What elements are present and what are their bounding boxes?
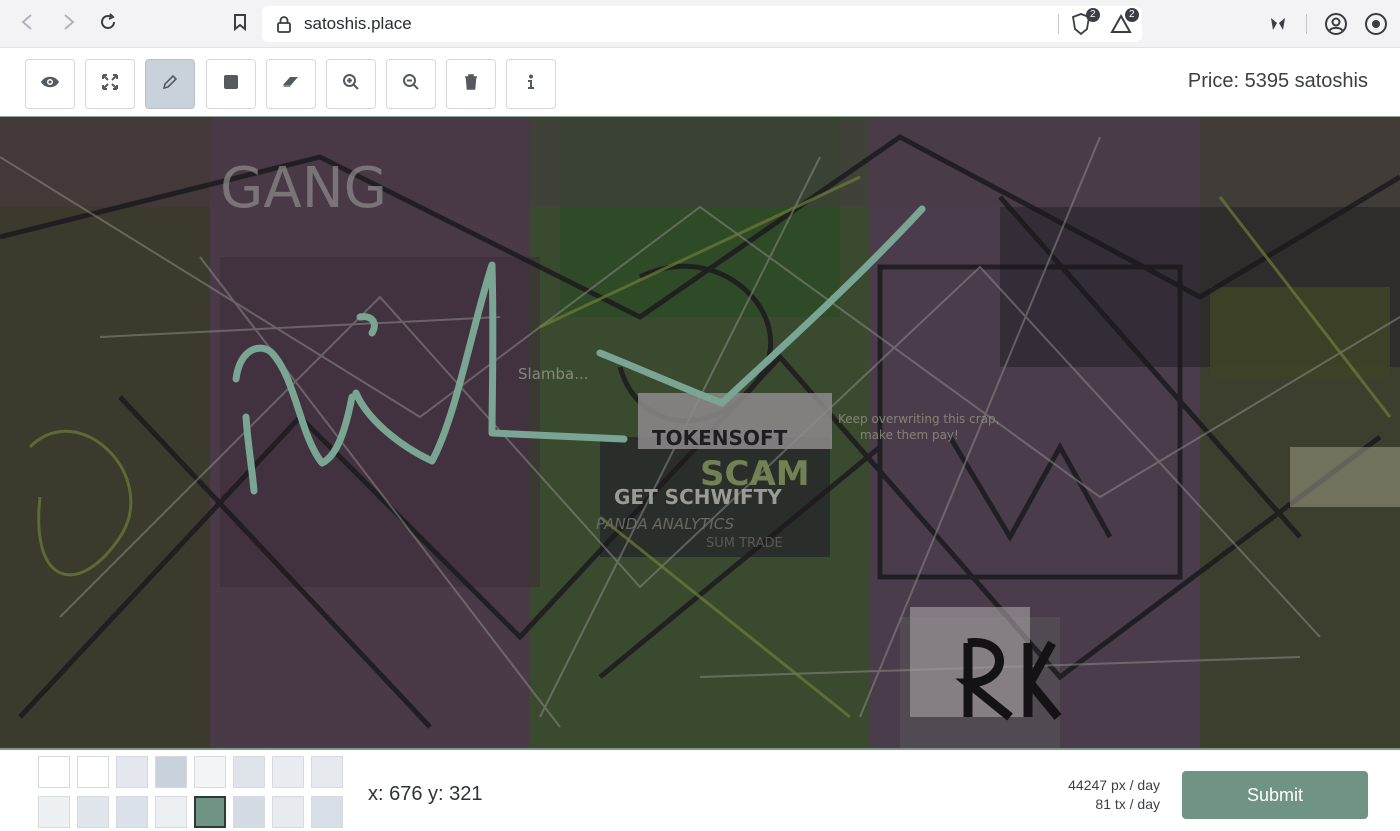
divider	[1058, 14, 1059, 34]
color-swatch[interactable]	[272, 756, 304, 788]
browser-chrome: satoshis.place 2 2	[0, 0, 1400, 48]
color-swatch[interactable]	[116, 756, 148, 788]
menu-icon[interactable]	[1364, 12, 1388, 41]
eraser-button[interactable]	[266, 59, 316, 109]
canvas-text-sumtrade: SUM TRADE	[706, 536, 783, 551]
color-swatch[interactable]	[116, 796, 148, 828]
canvas-text-slambajd: Slamba...	[518, 365, 589, 383]
canvas-text-keep: Keep overwriting this crap,	[838, 412, 999, 426]
eye-icon	[40, 75, 60, 94]
drawing-canvas[interactable]: GANG Slamba... TOKENSOFT Keep overwritin…	[0, 116, 1400, 750]
back-icon[interactable]	[16, 12, 40, 36]
bookmark-icon[interactable]	[228, 12, 252, 36]
trash-icon	[464, 73, 478, 95]
color-swatch[interactable]	[77, 756, 109, 788]
info-icon	[527, 74, 535, 95]
clear-button[interactable]	[446, 59, 496, 109]
canvas-text-gang: GANG	[220, 156, 387, 221]
zoom-out-icon	[402, 73, 420, 96]
canvas-text-pay: make them pay!	[860, 428, 959, 442]
color-swatch[interactable]	[155, 796, 187, 828]
lock-icon	[276, 15, 292, 38]
canvas-text-tokensoft: TOKENSOFT	[652, 426, 788, 450]
color-swatch[interactable]	[194, 756, 226, 788]
color-swatch[interactable]	[38, 796, 70, 828]
zoom-in-button[interactable]	[326, 59, 376, 109]
color-swatch[interactable]	[233, 756, 265, 788]
rectangle-button[interactable]	[206, 59, 256, 109]
canvas-artwork: GANG Slamba... TOKENSOFT Keep overwritin…	[0, 117, 1400, 748]
fullscreen-button[interactable]	[85, 59, 135, 109]
forward-icon[interactable]	[56, 12, 80, 36]
metamask-icon[interactable]	[1268, 14, 1288, 39]
zoom-in-icon	[342, 73, 360, 96]
color-swatch[interactable]	[155, 756, 187, 788]
draw-button[interactable]	[145, 59, 195, 109]
color-swatch[interactable]	[38, 756, 70, 788]
square-icon	[223, 74, 239, 95]
eraser-icon	[282, 75, 300, 94]
shield-badge: 2	[1086, 8, 1100, 22]
expand-icon	[102, 73, 118, 95]
profile-icon[interactable]	[1324, 12, 1348, 41]
tx-per-day: 81 tx / day	[1095, 796, 1160, 812]
rewards-badge: 2	[1125, 8, 1139, 22]
usage-stats: 44247 px / day 81 tx / day	[1068, 776, 1160, 814]
price-label: Price: 5395 satoshis	[1187, 70, 1368, 92]
view-button[interactable]	[25, 59, 75, 109]
color-swatch[interactable]	[272, 796, 304, 828]
pencil-icon	[162, 74, 178, 95]
url-text: satoshis.place	[304, 14, 412, 33]
reload-icon[interactable]	[96, 12, 120, 36]
color-swatch[interactable]	[233, 796, 265, 828]
bottom-bar: x: 676 y: 321 44247 px / day 81 tx / day…	[0, 750, 1400, 831]
submit-button[interactable]: Submit	[1182, 771, 1368, 819]
color-swatch[interactable]	[311, 756, 343, 788]
color-swatch-selected[interactable]	[194, 796, 226, 828]
address-bar[interactable]: satoshis.place	[262, 6, 1142, 42]
info-button[interactable]	[506, 59, 556, 109]
divider	[1306, 14, 1307, 34]
color-swatch[interactable]	[77, 796, 109, 828]
px-per-day: 44247 px / day	[1068, 777, 1160, 793]
canvas-text-schwifty: GET SCHWIFTY	[614, 485, 782, 509]
color-swatch[interactable]	[311, 796, 343, 828]
canvas-text-panda: PANDA ANALYTICS	[596, 515, 735, 533]
cursor-coordinates: x: 676 y: 321	[368, 783, 483, 805]
toolbar: Price: 5395 satoshis	[0, 48, 1400, 116]
zoom-out-button[interactable]	[386, 59, 436, 109]
